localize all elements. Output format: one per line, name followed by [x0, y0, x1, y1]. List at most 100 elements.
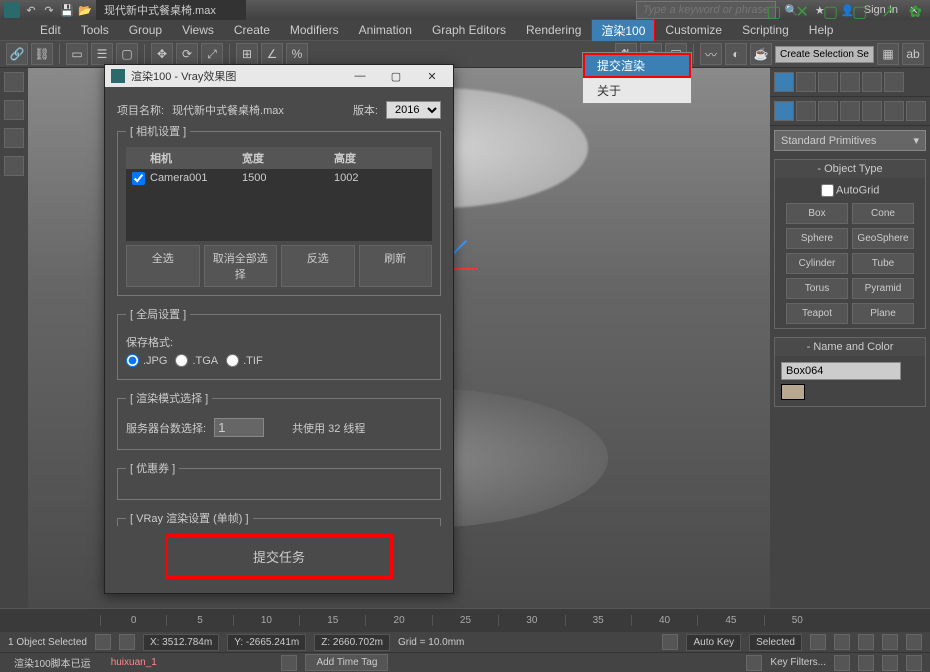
coord-y[interactable]: Y: -2665.241m: [227, 634, 306, 651]
fmt-tif-radio[interactable]: .TIF: [226, 354, 263, 367]
tab-modify-icon[interactable]: [796, 72, 816, 92]
nav-icon-2[interactable]: [906, 634, 922, 650]
prim-torus[interactable]: Torus: [786, 278, 848, 299]
menu-render100[interactable]: 渲染100: [591, 19, 655, 42]
autokey-button[interactable]: Auto Key: [686, 634, 741, 651]
time-ruler[interactable]: 0 5 10 15 20 25 30 35 40 45 50: [0, 608, 930, 632]
tab-display-icon[interactable]: [862, 72, 882, 92]
prim-box[interactable]: Box: [786, 203, 848, 224]
play-icon[interactable]: [834, 634, 850, 650]
tab-hierarchy-icon[interactable]: [818, 72, 838, 92]
menu-customize[interactable]: Customize: [655, 20, 732, 40]
play-next-icon[interactable]: [858, 634, 874, 650]
keyfilters-button[interactable]: Key Filters...: [770, 657, 826, 668]
prim-plane[interactable]: Plane: [852, 303, 914, 324]
help-search-input[interactable]: [636, 1, 776, 19]
tool-curve-icon[interactable]: 〰: [700, 43, 722, 65]
camera-table-row[interactable]: Camera001 1500 1002: [126, 169, 432, 191]
tab-motion-icon[interactable]: [840, 72, 860, 92]
prim-cone[interactable]: Cone: [852, 203, 914, 224]
tab-create-icon[interactable]: [774, 72, 794, 92]
coord-x[interactable]: X: 3512.784m: [143, 634, 219, 651]
ext-icon-5[interactable]: ↗: [881, 2, 894, 22]
nav-zoom-icon[interactable]: [858, 655, 874, 671]
prim-teapot[interactable]: Teapot: [786, 303, 848, 324]
prim-sphere[interactable]: Sphere: [786, 228, 848, 249]
viewport-label[interactable]: [+] [ Camera00: [34, 72, 100, 83]
cat-systems-icon[interactable]: [906, 101, 926, 121]
tool-move-icon[interactable]: ✥: [151, 43, 173, 65]
tool-unlink-icon[interactable]: ⛓: [31, 43, 53, 65]
name-color-header[interactable]: - Name and Color: [775, 338, 925, 356]
cat-lights-icon[interactable]: [818, 101, 838, 121]
fmt-jpg-radio[interactable]: .JPG: [126, 354, 167, 367]
menu-tools[interactable]: Tools: [71, 20, 119, 40]
tool-percent-icon[interactable]: %: [286, 43, 308, 65]
prim-geosphere[interactable]: GeoSphere: [852, 228, 914, 249]
object-color-swatch[interactable]: [781, 384, 805, 400]
menu-views[interactable]: Views: [172, 20, 224, 40]
undo-icon[interactable]: ↶: [24, 3, 38, 17]
nav-pan-icon[interactable]: [834, 655, 850, 671]
autogrid-checkbox[interactable]: AutoGrid: [779, 182, 921, 199]
setkey-icon[interactable]: [746, 655, 762, 671]
tool-ab-icon[interactable]: ab: [902, 43, 924, 65]
btn-refresh[interactable]: 刷新: [359, 245, 433, 287]
dropdown-about[interactable]: 关于: [583, 78, 691, 103]
open-icon[interactable]: 📂: [78, 3, 92, 17]
left-tool-1[interactable]: [4, 72, 24, 92]
menu-animation[interactable]: Animation: [349, 20, 422, 40]
prim-tube[interactable]: Tube: [852, 253, 914, 274]
selected-filter[interactable]: Selected: [749, 634, 802, 651]
menu-help[interactable]: Help: [799, 20, 844, 40]
menu-grapheditors[interactable]: Graph Editors: [422, 20, 516, 40]
coord-z[interactable]: Z: 2660.702m: [314, 634, 390, 651]
dialog-close-icon[interactable]: ✕: [417, 70, 447, 83]
tool-rotate-icon[interactable]: ⟳: [176, 43, 198, 65]
tool-snap-icon[interactable]: ⊞: [236, 43, 258, 65]
cat-spacewarps-icon[interactable]: [884, 101, 904, 121]
tool-byname-icon[interactable]: ☰: [91, 43, 113, 65]
key-icon[interactable]: [662, 634, 678, 650]
dialog-maximize-icon[interactable]: ▢: [381, 70, 411, 83]
nav-orbit-icon[interactable]: [882, 655, 898, 671]
btn-deselect-all[interactable]: 取消全部选择: [204, 245, 278, 287]
add-time-tag-button[interactable]: Add Time Tag: [305, 654, 388, 671]
menu-group[interactable]: Group: [119, 20, 172, 40]
tool-render-icon[interactable]: ☕: [750, 43, 772, 65]
play-prev-icon[interactable]: [810, 634, 826, 650]
lock2-icon[interactable]: [119, 634, 135, 650]
selection-set-dropdown[interactable]: Create Selection Se: [775, 46, 874, 63]
tool-schematic-icon[interactable]: ▦: [877, 43, 899, 65]
tool-rect-icon[interactable]: ▢: [116, 43, 138, 65]
nav-icon-1[interactable]: [882, 634, 898, 650]
tool-scale-icon[interactable]: ⤢: [201, 43, 223, 65]
primitive-set-dropdown[interactable]: Standard Primitives ▾: [774, 130, 926, 151]
left-tool-4[interactable]: [4, 156, 24, 176]
tab-utilities-icon[interactable]: [884, 72, 904, 92]
menu-rendering[interactable]: Rendering: [516, 20, 591, 40]
dropdown-submit-render[interactable]: 提交渲染: [583, 53, 691, 78]
cat-cameras-icon[interactable]: [840, 101, 860, 121]
tag-icon[interactable]: [281, 655, 297, 671]
camera-row-checkbox[interactable]: [132, 172, 145, 185]
object-type-header[interactable]: - Object Type: [775, 160, 925, 178]
left-tool-2[interactable]: [4, 100, 24, 120]
ext-icon-6[interactable]: ✿: [909, 2, 922, 22]
menu-edit[interactable]: Edit: [30, 20, 71, 40]
menu-scripting[interactable]: Scripting: [732, 20, 799, 40]
submit-task-button[interactable]: 提交任务: [165, 534, 393, 579]
cat-shapes-icon[interactable]: [796, 101, 816, 121]
btn-select-all[interactable]: 全选: [126, 245, 200, 287]
cat-geometry-icon[interactable]: [774, 101, 794, 121]
prim-cylinder[interactable]: Cylinder: [786, 253, 848, 274]
object-name-input[interactable]: [781, 362, 901, 380]
ext-icon-2[interactable]: ✕: [796, 2, 809, 22]
left-tool-3[interactable]: [4, 128, 24, 148]
ext-icon-4[interactable]: ▢: [852, 2, 867, 22]
tool-material-icon[interactable]: ◐: [725, 43, 747, 65]
nav-max-icon[interactable]: [906, 655, 922, 671]
version-select[interactable]: 2016: [386, 101, 441, 119]
fmt-tga-radio[interactable]: .TGA: [175, 354, 218, 367]
menu-modifiers[interactable]: Modifiers: [280, 20, 349, 40]
